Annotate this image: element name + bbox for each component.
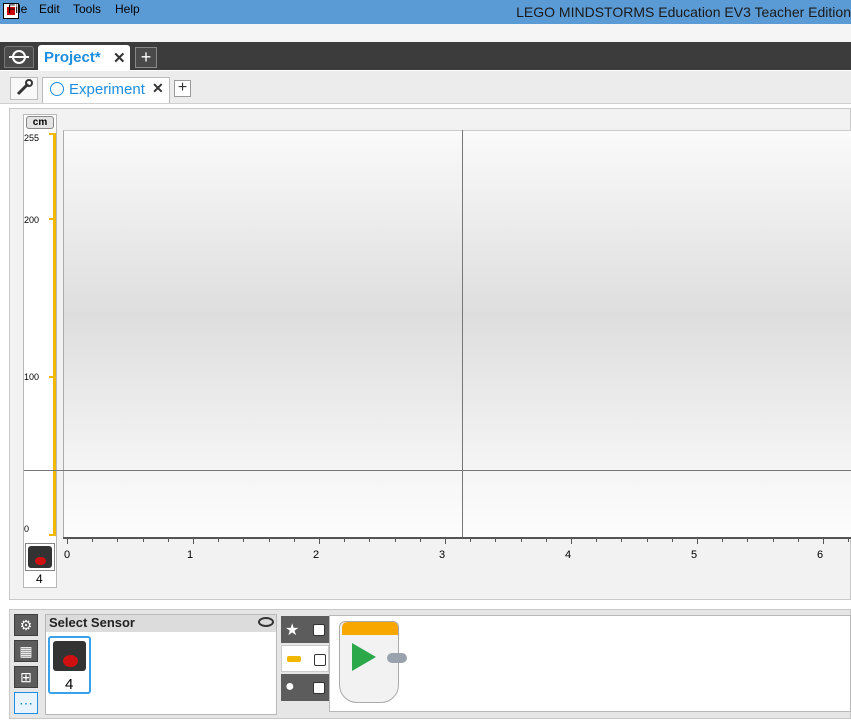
x-tick xyxy=(470,538,471,542)
x-tick xyxy=(420,538,421,542)
program-row-star[interactable]: ★ xyxy=(281,616,329,643)
x-tick xyxy=(495,538,496,542)
dots-icon[interactable]: ⋯ xyxy=(14,692,38,714)
table-icon[interactable]: ▦ xyxy=(14,640,38,662)
x-tick-label: 1 xyxy=(187,549,194,561)
experiment-tab-close-icon[interactable]: ✕ xyxy=(152,80,164,97)
sensor-port-label: 4 xyxy=(36,572,43,586)
circle-icon: ● xyxy=(285,678,295,695)
program-row-circle[interactable]: ● xyxy=(281,674,329,701)
experiment-icon xyxy=(50,82,64,96)
x-tick xyxy=(596,538,597,542)
x-tick-label: 5 xyxy=(691,549,698,561)
menu-bar xyxy=(0,24,851,42)
x-tick xyxy=(369,538,370,542)
project-tab-close-icon[interactable]: ✕ xyxy=(113,49,126,67)
project-tab-label: Project* xyxy=(44,49,101,66)
x-tick xyxy=(319,538,320,544)
horizontal-cursor-line[interactable] xyxy=(24,470,851,471)
menu-file[interactable]: File xyxy=(8,2,27,16)
vertical-cursor-line[interactable] xyxy=(462,130,463,537)
menu-edit[interactable]: Edit xyxy=(39,2,60,16)
x-tick xyxy=(722,538,723,542)
x-tick xyxy=(193,538,194,544)
program-row-checkbox[interactable] xyxy=(313,624,325,636)
add-page-button[interactable]: + xyxy=(174,80,191,97)
wrench-icon xyxy=(16,79,33,96)
sensor-graphic xyxy=(28,546,52,568)
x-tick xyxy=(672,538,673,542)
add-project-button[interactable]: + xyxy=(135,47,157,68)
y-tick xyxy=(49,133,55,135)
x-tick xyxy=(521,538,522,542)
y-axis-line xyxy=(53,133,56,536)
menu-help[interactable]: Help xyxy=(115,2,140,16)
dash-icon xyxy=(287,656,301,662)
plot-area[interactable] xyxy=(63,130,851,538)
eye-icon[interactable] xyxy=(258,617,274,627)
x-tick xyxy=(344,538,345,542)
program-row-checkbox[interactable] xyxy=(313,682,325,694)
x-tick-label: 2 xyxy=(313,549,320,561)
x-tick xyxy=(395,538,396,542)
lobby-tab[interactable] xyxy=(4,46,34,68)
menu-tools[interactable]: Tools xyxy=(73,2,101,16)
star-icon: ★ xyxy=(285,622,300,639)
y-tick xyxy=(49,534,55,536)
x-tick xyxy=(269,538,270,542)
formula-icon[interactable]: ⊞ xyxy=(14,666,38,688)
x-tick xyxy=(92,538,93,542)
y-tick-label: 200 xyxy=(24,215,40,225)
sequence-connector[interactable] xyxy=(387,653,407,663)
x-tick xyxy=(445,538,446,544)
y-tick xyxy=(49,376,55,378)
unit-selector[interactable]: cm xyxy=(26,116,54,129)
x-tick xyxy=(773,538,774,542)
ultrasonic-sensor-icon[interactable] xyxy=(25,543,55,571)
x-tick-label: 4 xyxy=(565,549,572,561)
x-tick-label: 3 xyxy=(439,549,446,561)
x-tick xyxy=(143,538,144,542)
x-tick xyxy=(621,538,622,542)
y-tick xyxy=(49,218,55,220)
x-tick xyxy=(294,538,295,542)
window-title: LEGO MINDSTORMS Education EV3 Teacher Ed… xyxy=(516,4,851,20)
wrench-tab[interactable] xyxy=(10,77,38,100)
gear-icon[interactable]: ⚙ xyxy=(14,614,38,636)
start-block-header xyxy=(342,622,398,635)
ultrasonic-sensor-icon xyxy=(53,641,86,671)
x-tick-label: 0 xyxy=(64,549,71,561)
y-tick-label: 100 xyxy=(24,372,40,382)
experiment-tab-label: Experiment xyxy=(69,81,145,98)
x-tick xyxy=(571,538,572,544)
x-tick xyxy=(798,538,799,542)
x-axis-line xyxy=(63,537,851,539)
program-row-dash[interactable] xyxy=(281,645,329,672)
x-tick xyxy=(218,538,219,542)
y-tick-label: 0 xyxy=(24,524,30,534)
program-row-checkbox[interactable] xyxy=(314,654,326,666)
x-tick xyxy=(848,538,849,542)
x-tick-label: 6 xyxy=(817,549,824,561)
x-tick xyxy=(67,538,68,544)
programming-canvas[interactable] xyxy=(329,615,851,712)
x-tick xyxy=(697,538,698,544)
y-axis-panel xyxy=(23,114,57,588)
x-tick xyxy=(168,538,169,542)
x-tick xyxy=(823,538,824,544)
x-tick xyxy=(546,538,547,542)
x-tick xyxy=(243,538,244,542)
play-icon xyxy=(352,643,376,671)
x-tick xyxy=(747,538,748,542)
sensor-card-port: 4 xyxy=(65,676,74,693)
x-tick xyxy=(647,538,648,542)
select-sensor-label: Select Sensor xyxy=(49,615,135,630)
y-tick-label: 255 xyxy=(24,133,40,143)
x-tick xyxy=(117,538,118,542)
lobby-icon xyxy=(9,50,29,64)
